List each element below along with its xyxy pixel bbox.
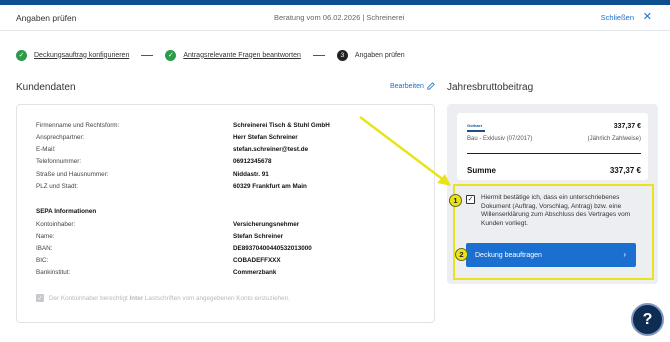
help-button[interactable]: ? [631, 303, 664, 336]
annotation-arrow-icon [359, 116, 451, 186]
